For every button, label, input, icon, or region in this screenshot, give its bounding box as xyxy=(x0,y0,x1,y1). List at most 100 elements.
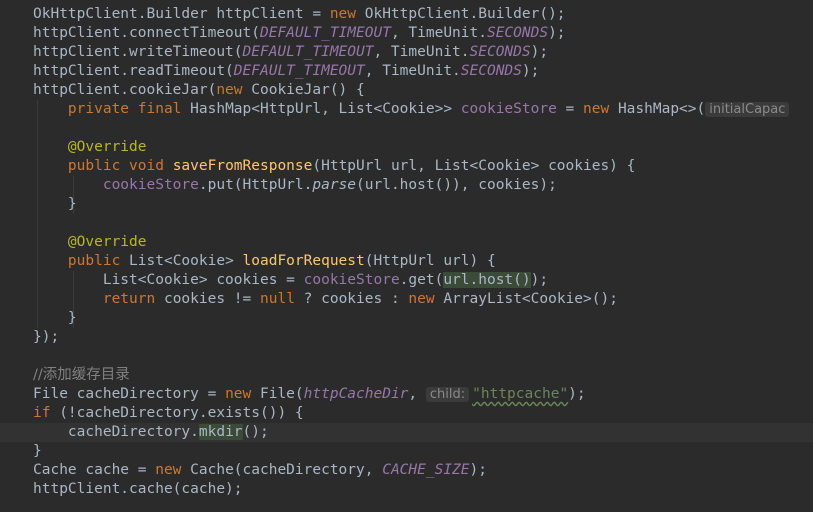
constant-token: DEFAULT_TIMEOUT xyxy=(242,44,374,60)
code-token: (url.host()), cookies); xyxy=(356,177,557,193)
keyword-token: private final xyxy=(67,101,182,117)
code-token: httpClient.cookieJar( xyxy=(33,82,217,98)
code-token: } xyxy=(33,443,42,459)
static-method-token: parse xyxy=(312,177,357,193)
keyword-token: new xyxy=(216,82,243,98)
code-line-10[interactable]: cookieStore.put(HttpUrl.parse(url.host()… xyxy=(0,176,813,195)
annotation-token: @Override xyxy=(67,139,147,155)
code-line-20[interactable]: //添加缓存目录 xyxy=(0,366,813,385)
code-editor[interactable]: OkHttpClient.Builder httpClient = new Ok… xyxy=(0,0,813,512)
method-token: saveFromResponse xyxy=(172,158,313,174)
code-token: = xyxy=(556,101,584,117)
string-token: "httpcache" xyxy=(472,386,569,402)
code-token: httpClient.connectTimeout( xyxy=(33,25,260,41)
code-token: cacheDirectory. xyxy=(67,424,199,440)
code-token: File cacheDirectory = xyxy=(33,386,226,402)
code-line-6[interactable]: private final HashMap<HttpUrl, List<Cook… xyxy=(0,100,813,119)
code-line-22[interactable]: if (!cacheDirectory.exists()) { xyxy=(0,404,813,423)
code-token: }); xyxy=(33,329,60,345)
keyword-token: null xyxy=(260,291,295,307)
code-token: ); xyxy=(469,462,487,478)
code-line-5[interactable]: httpClient.cookieJar(new CookieJar() { xyxy=(0,81,813,100)
code-line-26[interactable]: httpClient.cache(cache); xyxy=(0,480,813,499)
code-token: httpClient.writeTimeout( xyxy=(33,44,243,60)
code-line-3[interactable]: httpClient.writeTimeout(DEFAULT_TIMEOUT,… xyxy=(0,43,813,62)
code-line-18[interactable]: }); xyxy=(0,328,813,347)
code-line-25[interactable]: Cache cache = new Cache(cacheDirectory, … xyxy=(0,461,813,480)
constant-token: SECONDS xyxy=(460,63,522,79)
code-token: , TimeUnit. xyxy=(390,25,487,41)
code-token: (HttpUrl url) { xyxy=(364,253,496,269)
keyword-token: public xyxy=(67,253,121,269)
code-token: HashMap<>( xyxy=(609,101,706,117)
code-line-24[interactable]: } xyxy=(0,442,813,461)
method-token: loadForRequest xyxy=(242,253,365,269)
code-line-16[interactable]: return cookies != null ? cookies : new A… xyxy=(0,290,813,309)
keyword-token: new xyxy=(225,386,252,402)
code-token: httpClient.cache(cache); xyxy=(33,481,243,497)
code-token: (); xyxy=(242,424,269,440)
code-line-14[interactable]: public List<Cookie> loadForRequest(HttpU… xyxy=(0,252,813,271)
code-token: ); xyxy=(521,63,540,79)
code-token: CookieJar() { xyxy=(242,82,365,98)
code-token: httpClient.readTimeout( xyxy=(33,63,234,79)
keyword-token: new xyxy=(155,462,182,478)
code-token: (!cacheDirectory.exists()) { xyxy=(50,405,304,421)
code-token: ); xyxy=(530,272,549,288)
keyword-token: public void xyxy=(67,158,164,174)
keyword-token: return xyxy=(102,291,156,307)
annotation-token: @Override xyxy=(67,234,147,250)
code-token: List<Cookie> xyxy=(120,253,243,269)
code-token: List<Cookie> cookies = xyxy=(102,272,304,288)
constant-token: SECONDS xyxy=(469,44,531,60)
constant-token: DEFAULT_TIMEOUT xyxy=(259,25,391,41)
highlighted-method: mkdir xyxy=(198,424,243,440)
comment-token: //添加缓存目录 xyxy=(33,367,130,383)
code-token: HashMap<HttpUrl, List<Cookie>> xyxy=(181,101,461,117)
code-line-9[interactable]: public void saveFromResponse(HttpUrl url… xyxy=(0,157,813,176)
code-line-2[interactable]: httpClient.connectTimeout(DEFAULT_TIMEOU… xyxy=(0,24,813,43)
code-line-8[interactable]: @Override xyxy=(0,138,813,157)
field-token: cookieStore xyxy=(102,177,199,193)
code-line-13[interactable]: @Override xyxy=(0,233,813,252)
code-token: .get( xyxy=(399,272,444,288)
code-token: OkHttpClient.Builder(); xyxy=(356,6,566,22)
keyword-token: new xyxy=(408,291,435,307)
keyword-token: if xyxy=(33,405,51,421)
constant-token: CACHE_SIZE xyxy=(382,462,470,478)
code-token: (HttpUrl url, List<Cookie> cookies) { xyxy=(312,158,636,174)
highlighted-expression: url.host() xyxy=(443,272,531,288)
code-token: } xyxy=(67,196,77,212)
code-token: ? cookies : xyxy=(294,291,409,307)
code-line-1[interactable]: OkHttpClient.Builder httpClient = new Ok… xyxy=(0,5,813,24)
code-token: } xyxy=(67,310,77,326)
code-token: Cache cache = xyxy=(33,462,156,478)
code-token: , TimeUnit. xyxy=(364,63,461,79)
code-line-11[interactable]: } xyxy=(0,195,813,214)
keyword-token: new xyxy=(329,6,357,22)
code-token: ); xyxy=(548,25,566,41)
code-token: Cache(cacheDirectory, xyxy=(181,462,383,478)
parameter-hint: child: xyxy=(425,387,470,402)
constant-token: DEFAULT_TIMEOUT xyxy=(233,63,365,79)
keyword-token: new xyxy=(583,101,610,117)
code-line-23[interactable]: cacheDirectory.mkdir(); xyxy=(0,423,813,442)
field-token: cookieStore xyxy=(303,272,400,288)
code-token: cookies != xyxy=(155,291,260,307)
code-line-15[interactable]: List<Cookie> cookies = cookieStore.get(u… xyxy=(0,271,813,290)
field-token: httpCacheDir xyxy=(303,386,409,402)
code-token: ); xyxy=(530,44,549,60)
code-token: , TimeUnit. xyxy=(373,44,470,60)
field-token: cookieStore xyxy=(460,101,557,117)
code-token: OkHttpClient.Builder httpClient = xyxy=(33,6,330,22)
code-line-21[interactable]: File cacheDirectory = new File(httpCache… xyxy=(0,385,813,404)
code-line-4[interactable]: httpClient.readTimeout(DEFAULT_TIMEOUT, … xyxy=(0,62,813,81)
parameter-hint: initialCapac xyxy=(705,102,790,117)
constant-token: SECONDS xyxy=(486,25,549,41)
code-line-17[interactable]: } xyxy=(0,309,813,328)
code-token: , xyxy=(408,386,426,402)
code-token: .put(HttpUrl. xyxy=(198,177,313,193)
code-token: ArrayList<Cookie>(); xyxy=(434,291,618,307)
code-token: ); xyxy=(568,386,586,402)
